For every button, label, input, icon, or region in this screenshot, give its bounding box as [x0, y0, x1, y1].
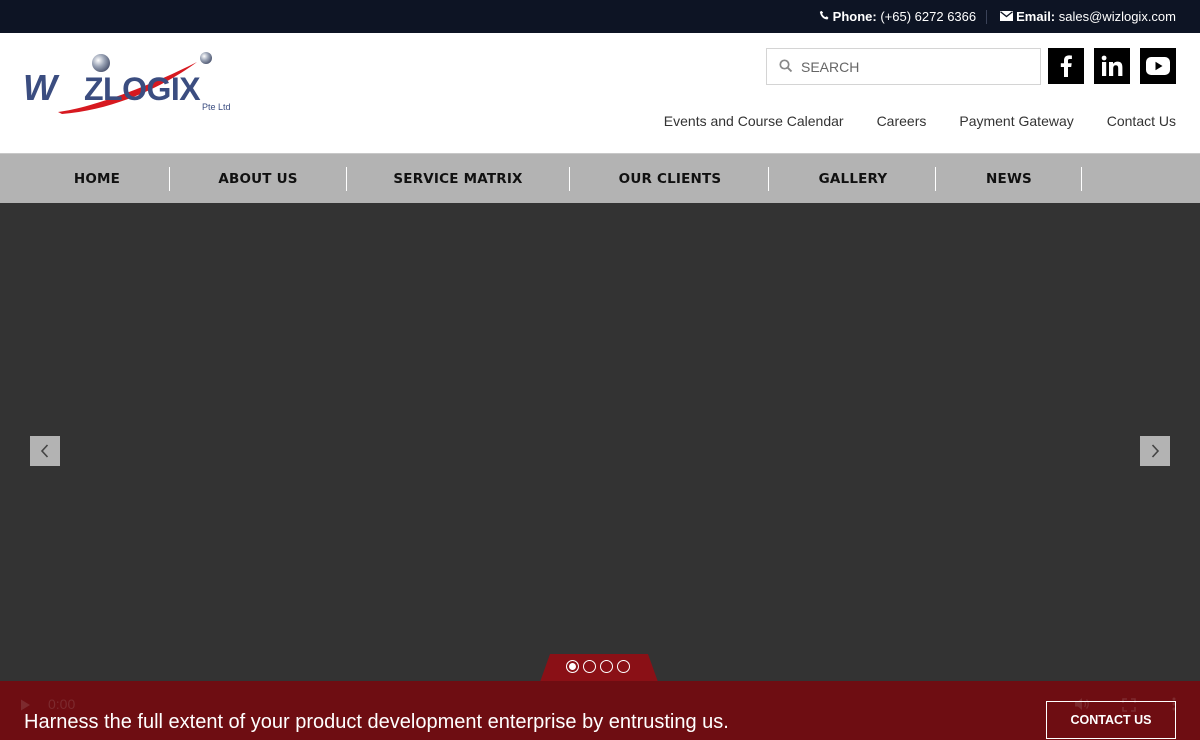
sub-nav-contact-us[interactable]: Contact Us: [1107, 113, 1176, 129]
top-contact-bar: Phone: (+65) 6272 6366 Email: sales@wizl…: [0, 0, 1200, 33]
slider-dot[interactable]: [600, 660, 613, 673]
slider-dots: [566, 660, 634, 673]
nav-divider: [1081, 167, 1082, 191]
sub-nav-careers[interactable]: Careers: [877, 113, 927, 129]
nav-divider: [569, 167, 570, 191]
phone-value[interactable]: (+65) 6272 6366: [880, 9, 976, 24]
svg-text:W: W: [23, 67, 60, 108]
slider-tagline: Harness the full extent of your product …: [24, 711, 729, 733]
envelope-icon: [1000, 10, 1014, 24]
video-time: 0:00: [48, 696, 76, 712]
search-icon: [779, 59, 793, 73]
nav-news[interactable]: NEWS: [954, 154, 1064, 204]
search-input[interactable]: [801, 49, 1031, 84]
sub-nav-payment-gateway[interactable]: Payment Gateway: [959, 113, 1073, 129]
slider-next-button[interactable]: [1140, 436, 1170, 466]
secondary-nav: Events and Course Calendar Careers Payme…: [631, 113, 1176, 129]
email-value[interactable]: sales@wizlogix.com: [1059, 9, 1176, 24]
nav-our-clients[interactable]: OUR CLIENTS: [590, 154, 750, 204]
site-header: W ZLOGIX Pte Ltd Events and Course Calen…: [0, 33, 1200, 153]
nav-service-matrix[interactable]: SERVICE MATRIX: [368, 154, 548, 204]
main-nav: HOME ABOUT US SERVICE MATRIX OUR CLIENTS…: [0, 153, 1200, 203]
wizlogix-logo[interactable]: W ZLOGIX Pte Ltd: [22, 50, 248, 122]
svg-text:ZLOGIX: ZLOGIX: [84, 71, 201, 107]
separator: [986, 9, 988, 24]
slider-dot[interactable]: [617, 660, 630, 673]
slider-dot[interactable]: [583, 660, 596, 673]
nav-about-us[interactable]: ABOUT US: [188, 154, 328, 204]
hero-slider: 0:00 Harness the full extent of your pro…: [0, 203, 1200, 740]
chevron-right-icon: [1151, 444, 1160, 458]
svg-text:Pte Ltd: Pte Ltd: [202, 102, 231, 112]
linkedin-icon[interactable]: [1094, 48, 1130, 84]
search-box: [766, 48, 1041, 85]
email-label: Email:: [1016, 9, 1056, 24]
slider-caption-banner: 0:00 Harness the full extent of your pro…: [0, 681, 1200, 740]
phone-label: Phone:: [832, 9, 877, 24]
nav-divider: [768, 167, 769, 191]
phone-icon: [819, 10, 830, 24]
chevron-left-icon: [40, 444, 49, 458]
facebook-icon[interactable]: [1048, 48, 1084, 84]
nav-home[interactable]: HOME: [37, 154, 157, 204]
nav-divider: [935, 167, 936, 191]
slider-prev-button[interactable]: [30, 436, 60, 466]
slider-dot[interactable]: [566, 660, 579, 673]
nav-gallery[interactable]: GALLERY: [788, 154, 918, 204]
sub-nav-events-calendar[interactable]: Events and Course Calendar: [664, 113, 844, 129]
contact-info: Phone: (+65) 6272 6366 Email: sales@wizl…: [819, 9, 1176, 24]
contact-us-button[interactable]: CONTACT US: [1046, 701, 1176, 739]
nav-divider: [169, 167, 170, 191]
youtube-icon[interactable]: [1140, 48, 1176, 84]
play-icon[interactable]: [20, 699, 31, 711]
nav-divider: [346, 167, 347, 191]
